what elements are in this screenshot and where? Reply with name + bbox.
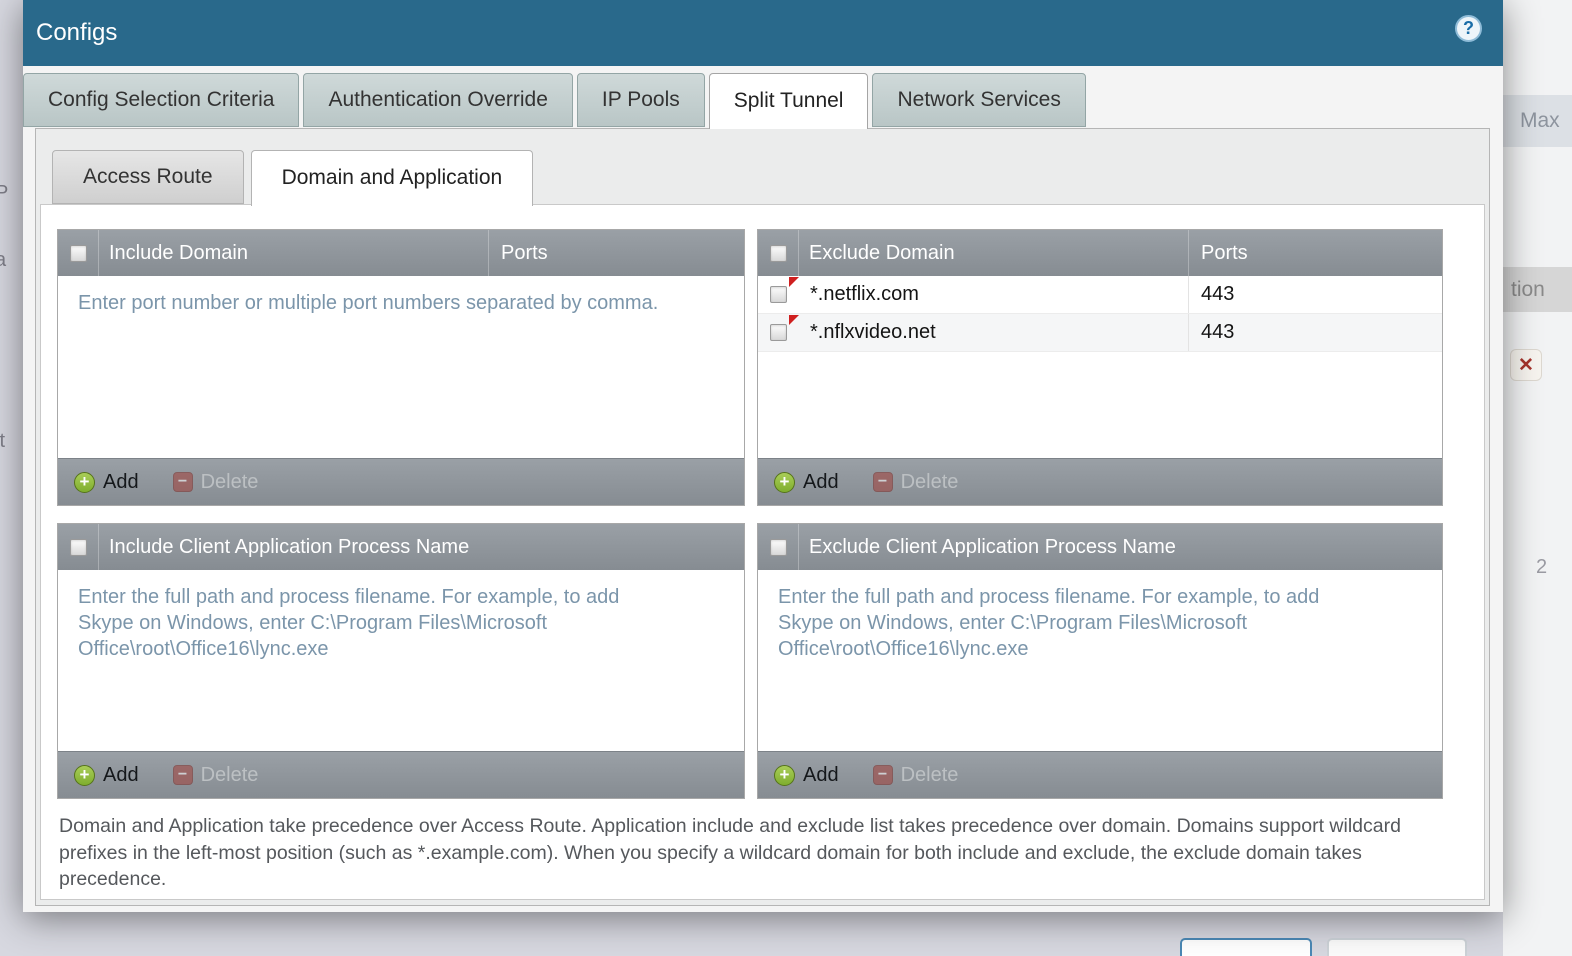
- exclude-app-body[interactable]: Enter the full path and process filename…: [758, 570, 1442, 751]
- delete-label: Delete: [201, 471, 259, 494]
- add-label: Add: [103, 471, 139, 494]
- add-label: Add: [803, 471, 839, 494]
- delete-icon: −: [173, 765, 193, 785]
- include-app-add-button[interactable]: + Add: [74, 764, 139, 787]
- background-text: 2: [1536, 556, 1547, 579]
- row-checkbox[interactable]: [770, 286, 787, 303]
- add-label: Add: [803, 764, 839, 787]
- tab-bar: Config Selection Criteria Authentication…: [23, 73, 1090, 129]
- include-domain-delete-button[interactable]: − Delete: [173, 471, 259, 494]
- add-icon: +: [774, 472, 795, 493]
- exclude-app-select-all-checkbox[interactable]: [770, 539, 787, 556]
- tab-authentication-override[interactable]: Authentication Override: [303, 73, 572, 127]
- domain-value: *.nflxvideo.net: [810, 321, 936, 344]
- domain-cell: *.nflxvideo.net: [798, 314, 1188, 351]
- precedence-footnote: Domain and Application take precedence o…: [59, 813, 1441, 893]
- include-app-delete-button[interactable]: − Delete: [173, 764, 259, 787]
- exclude-domain-table: Exclude Domain Ports *.netflix.com 443: [757, 229, 1443, 506]
- help-icon[interactable]: ?: [1455, 15, 1482, 42]
- include-domain-placeholder: Enter port number or multiple port numbe…: [58, 276, 744, 316]
- background-text: it: [0, 430, 5, 453]
- table-row[interactable]: *.netflix.com 443: [758, 276, 1442, 314]
- background-column-header: tion: [1503, 267, 1572, 312]
- background-text: tion: [1511, 278, 1545, 301]
- include-domain-header: Include Domain: [98, 230, 488, 276]
- close-glyph: ✕: [1518, 354, 1534, 377]
- modified-flag-icon: [789, 315, 799, 325]
- include-domain-footer: + Add − Delete: [58, 458, 744, 505]
- exclude-app-table: Exclude Client Application Process Name …: [757, 523, 1443, 799]
- exclude-app-header-row: Exclude Client Application Process Name: [758, 524, 1442, 570]
- tab-config-selection-criteria[interactable]: Config Selection Criteria: [23, 73, 299, 127]
- include-domain-table: Include Domain Ports Enter port number o…: [57, 229, 745, 506]
- include-domain-body[interactable]: Enter port number or multiple port numbe…: [58, 276, 744, 458]
- add-icon: +: [774, 765, 795, 786]
- table-row[interactable]: *.nflxvideo.net 443: [758, 314, 1442, 352]
- exclude-domain-ports-header: Ports: [1188, 230, 1442, 276]
- delete-icon: −: [873, 765, 893, 785]
- subtab-bar: Access Route Domain and Application: [52, 150, 540, 206]
- exclude-domain-select-all-checkbox[interactable]: [770, 245, 787, 262]
- exclude-app-delete-button[interactable]: − Delete: [873, 764, 959, 787]
- exclude-app-footer: + Add − Delete: [758, 751, 1442, 798]
- subtab-domain-and-application[interactable]: Domain and Application: [251, 150, 534, 206]
- exclude-domain-header-row: Exclude Domain Ports: [758, 230, 1442, 276]
- exclude-domain-footer: + Add − Delete: [758, 458, 1442, 505]
- exclude-app-add-button[interactable]: + Add: [774, 764, 839, 787]
- delete-icon: −: [873, 472, 893, 492]
- domain-value: *.netflix.com: [810, 283, 919, 306]
- delete-label: Delete: [901, 471, 959, 494]
- include-app-select-all-checkbox[interactable]: [70, 539, 87, 556]
- modified-flag-icon: [789, 277, 799, 287]
- ports-cell: 443: [1188, 276, 1442, 313]
- exclude-domain-body: *.netflix.com 443 *.nflxvideo.net 443: [758, 276, 1442, 458]
- subtab-access-route[interactable]: Access Route: [52, 150, 244, 204]
- ok-button-partial[interactable]: [1180, 938, 1312, 956]
- dialog-header: Configs ?: [23, 0, 1503, 66]
- include-domain-header-row: Include Domain Ports: [58, 230, 744, 276]
- add-label: Add: [103, 764, 139, 787]
- exclude-domain-delete-button[interactable]: − Delete: [873, 471, 959, 494]
- add-icon: +: [74, 765, 95, 786]
- split-tunnel-content: Access Route Domain and Application Incl…: [35, 128, 1490, 906]
- exclude-domain-header: Exclude Domain: [798, 230, 1188, 276]
- include-app-table: Include Client Application Process Name …: [57, 523, 745, 799]
- exclude-domain-add-button[interactable]: + Add: [774, 471, 839, 494]
- row-checkbox[interactable]: [770, 324, 787, 341]
- include-app-placeholder: Enter the full path and process filename…: [58, 570, 698, 662]
- close-icon[interactable]: ✕: [1510, 349, 1542, 381]
- tab-split-tunnel[interactable]: Split Tunnel: [709, 73, 869, 129]
- background-text: Max: [1520, 109, 1560, 132]
- include-app-body[interactable]: Enter the full path and process filename…: [58, 570, 744, 751]
- include-app-header: Include Client Application Process Name: [98, 524, 744, 570]
- include-domain-ports-header: Ports: [488, 230, 744, 276]
- background-text: a: [0, 249, 6, 272]
- domain-cell: *.netflix.com: [798, 276, 1188, 313]
- include-app-header-row: Include Client Application Process Name: [58, 524, 744, 570]
- configs-dialog: Configs ? Config Selection Criteria Auth…: [23, 0, 1503, 912]
- tab-network-services[interactable]: Network Services: [872, 73, 1085, 127]
- include-domain-select-all-checkbox[interactable]: [70, 245, 87, 262]
- ports-cell: 443: [1188, 314, 1442, 351]
- dialog-title: Configs: [36, 0, 117, 66]
- exclude-app-header: Exclude Client Application Process Name: [798, 524, 1442, 570]
- delete-icon: −: [173, 472, 193, 492]
- include-domain-add-button[interactable]: + Add: [74, 471, 139, 494]
- domain-and-application-panel: Include Domain Ports Enter port number o…: [40, 204, 1485, 900]
- tab-ip-pools[interactable]: IP Pools: [577, 73, 705, 127]
- screen: Max tion ✕ 2 P a it Configs ? Config Sel…: [0, 0, 1572, 956]
- include-app-footer: + Add − Delete: [58, 751, 744, 798]
- background-text: P: [0, 182, 8, 205]
- background-column-header: Max: [1503, 95, 1572, 147]
- help-glyph: ?: [1463, 18, 1474, 39]
- delete-label: Delete: [901, 764, 959, 787]
- exclude-app-placeholder: Enter the full path and process filename…: [758, 570, 1398, 662]
- cancel-button-partial[interactable]: [1327, 938, 1467, 956]
- add-icon: +: [74, 472, 95, 493]
- delete-label: Delete: [201, 764, 259, 787]
